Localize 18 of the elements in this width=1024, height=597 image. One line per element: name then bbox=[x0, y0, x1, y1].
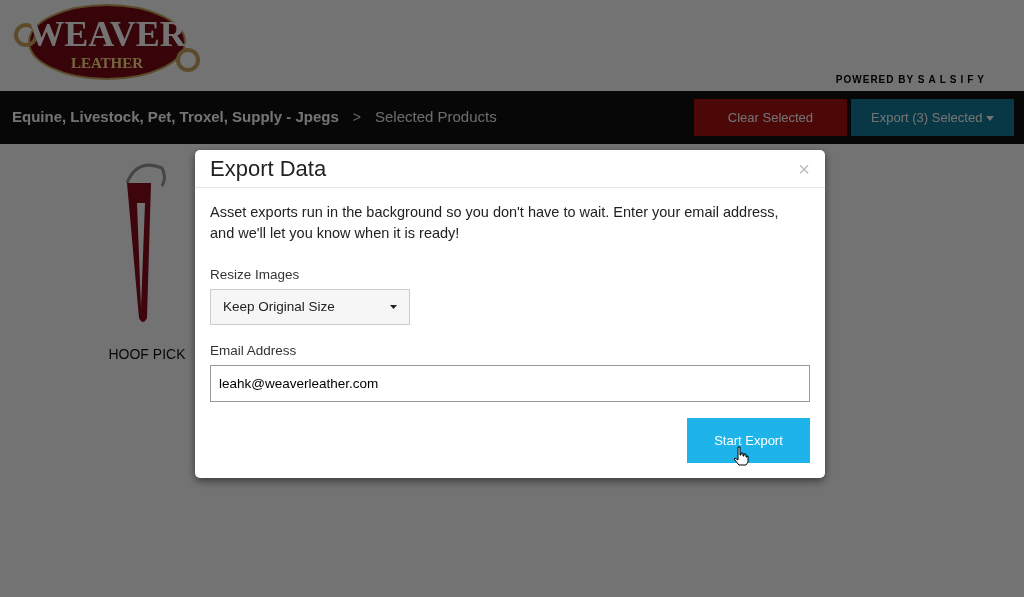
brand-name: SALSIFY bbox=[917, 74, 988, 85]
field-label: Resize Images bbox=[210, 266, 301, 284]
export-dropdown-button[interactable]: Export (3) Selected bbox=[851, 99, 1014, 136]
clear-selected-button[interactable]: Clear Selected bbox=[693, 99, 848, 136]
caret-icon bbox=[390, 305, 397, 310]
breadcrumb-link[interactable]: Equine, Livestock, Pet, Troxel, Supply - Jpegs bbox=[12, 106, 339, 129]
dialog-message: Asset exports run in the background so you don't have to wait. Enter your email address, and we'll let you know when it is ready! bbox=[210, 203, 780, 243]
breadcrumb-current: Selected Products bbox=[374, 107, 497, 128]
email-field[interactable]: leahk@weaverleather.com bbox=[210, 365, 810, 403]
start-export-button[interactable]: Start Export bbox=[687, 418, 810, 464]
close-button[interactable]: × bbox=[798, 159, 810, 180]
breadcrumb-separator: > bbox=[352, 108, 361, 127]
resize-select[interactable]: Keep Original Size bbox=[210, 289, 410, 326]
dialog-title: Export Data bbox=[210, 156, 327, 183]
product-name: HOOF PICK bbox=[107, 345, 187, 364]
powered-by-text: POWERED BY bbox=[835, 74, 915, 85]
hand-cursor-icon bbox=[733, 446, 749, 467]
field-label: Email Address bbox=[210, 342, 298, 361]
